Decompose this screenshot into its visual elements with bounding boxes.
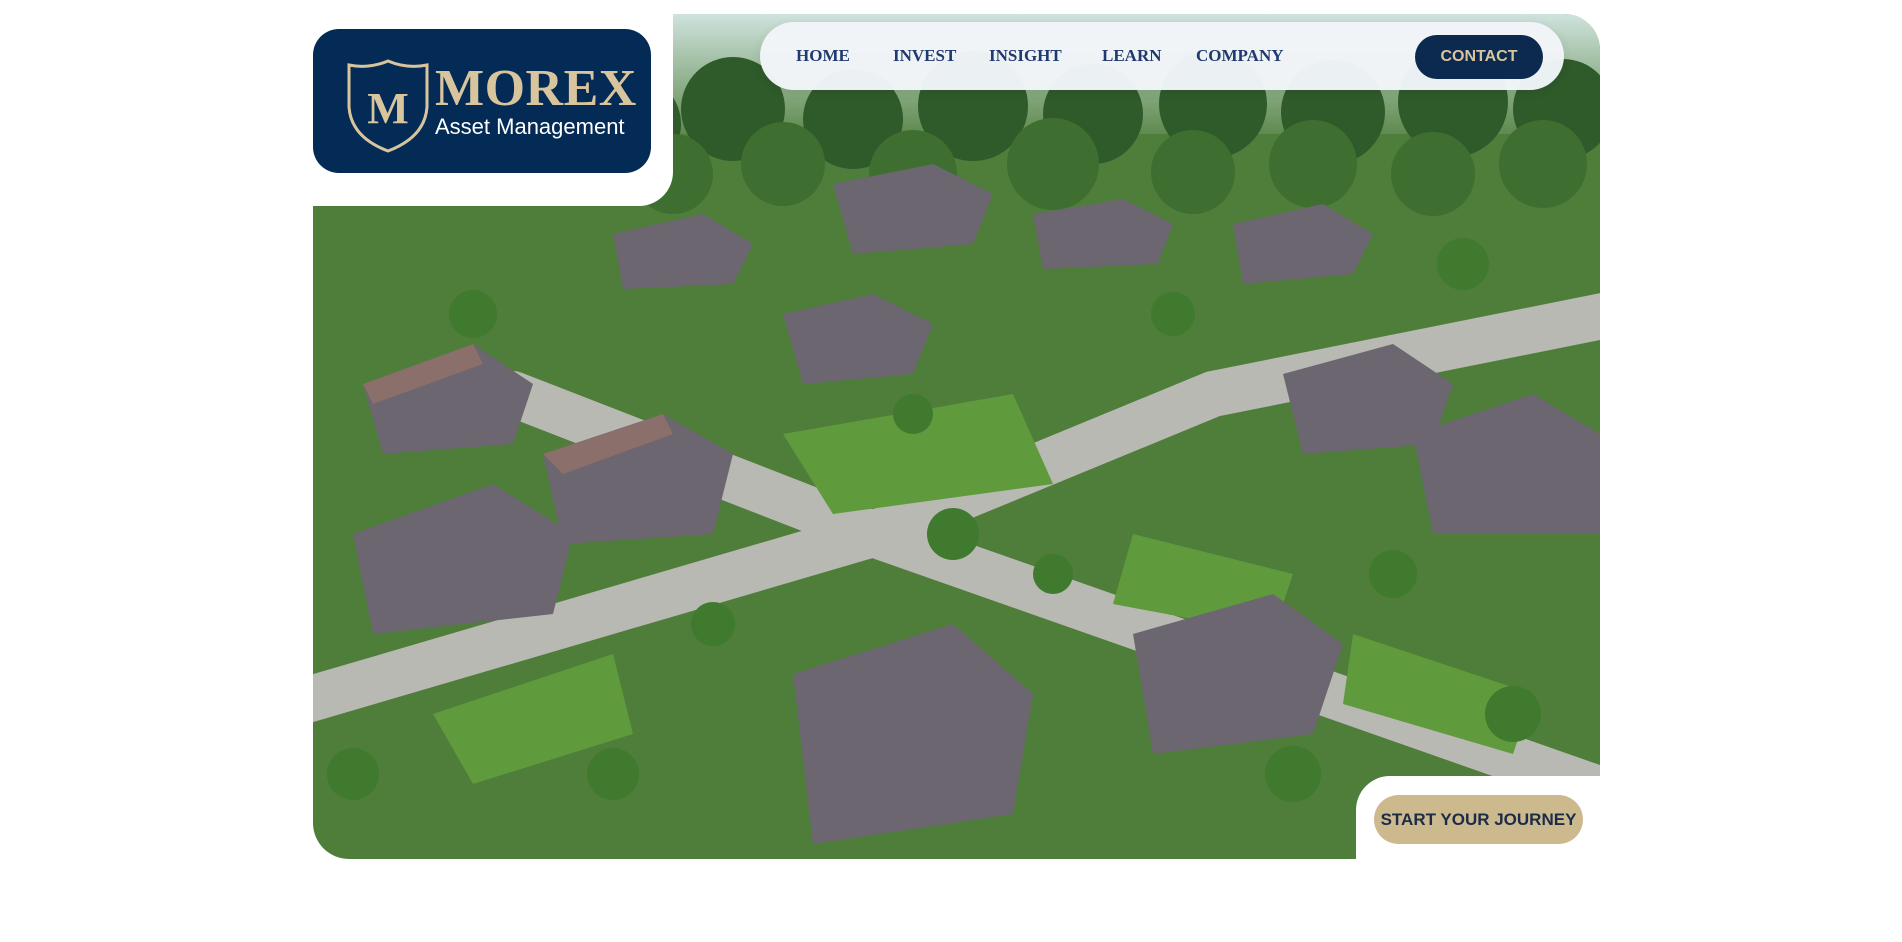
svg-text:M: M xyxy=(367,84,409,133)
brand-logo[interactable]: M MOREX Asset Management xyxy=(313,29,651,173)
contact-button[interactable]: CONTACT xyxy=(1415,35,1543,79)
brand-name: MOREX xyxy=(435,60,637,117)
nav-item-home[interactable]: HOME xyxy=(796,46,850,66)
shield-icon: M xyxy=(347,59,429,153)
nav-item-learn[interactable]: LEARN xyxy=(1102,46,1162,66)
nav-item-insight[interactable]: INSIGHT xyxy=(989,46,1062,66)
brand-tagline: Asset Management xyxy=(435,114,625,139)
nav-item-company[interactable]: COMPANY xyxy=(1196,46,1284,66)
main-navigation: HOME INVEST INSIGHT LEARN COMPANY CONTAC… xyxy=(760,22,1564,90)
nav-item-invest[interactable]: INVEST xyxy=(893,46,956,66)
start-journey-button[interactable]: START YOUR JOURNEY xyxy=(1374,795,1583,844)
